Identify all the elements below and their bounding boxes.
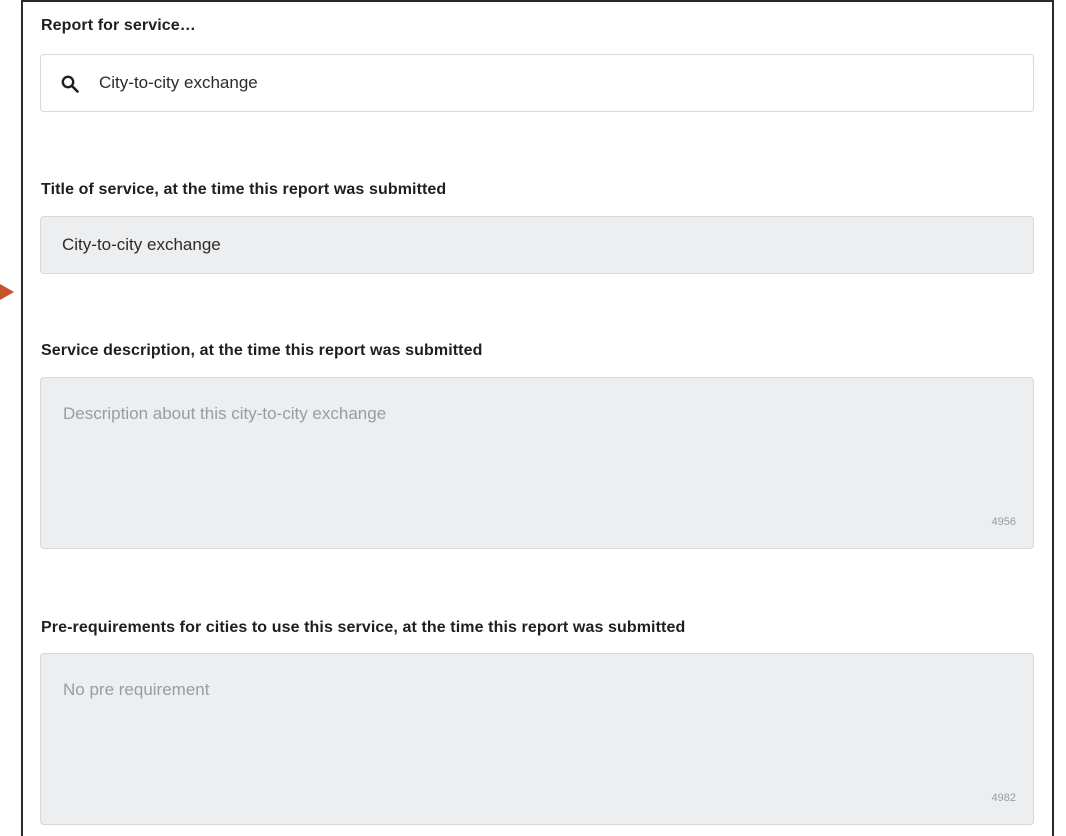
pointer-arrow-icon — [0, 284, 14, 300]
service-search-label: Report for service… — [41, 17, 196, 34]
service-description-placeholder: Description about this city-to-city exch… — [63, 404, 387, 423]
prerequirements-label: Pre-requirements for cities to use this … — [41, 619, 686, 636]
prerequirements-placeholder: No pre requirement — [63, 680, 210, 699]
service-title-label: Title of service, at the time this repor… — [41, 181, 447, 198]
service-description-field: Description about this city-to-city exch… — [40, 377, 1034, 549]
service-description-label: Service description, at the time this re… — [41, 342, 483, 359]
prerequirements-field: No pre requirement 4982 — [40, 653, 1034, 825]
prerequirements-char-counter: 4982 — [991, 792, 1016, 804]
service-search-input[interactable]: City-to-city exchange — [40, 54, 1034, 112]
service-title-value: City-to-city exchange — [62, 235, 221, 254]
service-title-field: City-to-city exchange — [40, 216, 1034, 274]
service-description-char-counter: 4956 — [991, 516, 1016, 528]
search-icon — [61, 75, 79, 93]
service-search-value: City-to-city exchange — [99, 73, 258, 92]
